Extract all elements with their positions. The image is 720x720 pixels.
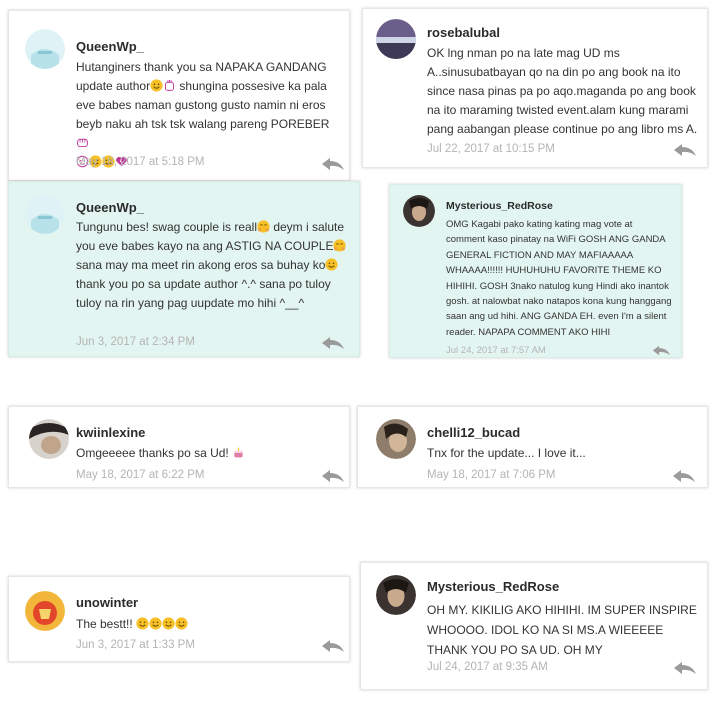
cake-emoji-icon [232, 446, 245, 459]
smile-emoji-icon [150, 79, 163, 92]
username[interactable]: Mysterious_RedRose [446, 200, 553, 212]
comment-card: Mysterious_RedRose OH MY. KIKILIG AKO HI… [360, 562, 708, 690]
comment-timestamp: Jun 3, 2017 at 2:34 PM [76, 336, 195, 348]
fist-emoji-icon [76, 136, 89, 149]
comment-card: Mysterious_RedRose OMG Kagabi pako katin… [389, 184, 682, 358]
reply-icon[interactable] [321, 469, 345, 483]
comment-text: OMG Kagabi pako kating kating mag vote a… [446, 219, 672, 338]
username[interactable]: QueenWp_ [76, 39, 144, 54]
comment-timestamp: Jul 22, 2017 at 10:15 PM [427, 143, 555, 155]
reply-icon[interactable] [321, 639, 345, 653]
comment-text-part: The bestt!! [76, 617, 137, 631]
comment-text: Hutanginers thank you sa NAPAKA GANDANG … [76, 58, 344, 172]
avatar[interactable] [376, 575, 416, 615]
comment-text: OK lng nman po na late mag UD ms A..sinu… [427, 46, 698, 136]
comment-timestamp: May 18, 2017 at 5:18 PM [76, 156, 205, 168]
reply-icon[interactable] [321, 157, 345, 171]
smile-emoji-icon [162, 617, 175, 630]
smile-emoji-icon [325, 258, 338, 271]
username[interactable]: rosebalubal [427, 25, 500, 40]
comment-card: QueenWp_ Hutanginers thank you sa NAPAKA… [8, 10, 350, 181]
username[interactable]: kwiinlexine [76, 425, 145, 440]
reply-icon[interactable] [673, 143, 697, 157]
hand-emoji-icon [163, 79, 176, 92]
hug-emoji-icon [333, 239, 346, 252]
avatar[interactable] [376, 419, 416, 459]
avatar[interactable] [403, 195, 435, 227]
comment-text-part: Tungunu bes! swag couple is reall [76, 220, 257, 234]
comment-timestamp: Jul 24, 2017 at 9:35 AM [427, 661, 548, 673]
username[interactable]: chelli12_bucad [427, 425, 520, 440]
comment-timestamp: May 18, 2017 at 6:22 PM [76, 469, 205, 481]
comment-card: QueenWp_ Tungunu bes! swag couple is rea… [8, 181, 360, 357]
smile-emoji-icon [136, 617, 149, 630]
comment-text: Tungunu bes! swag couple is reall deym i… [76, 218, 351, 313]
comment-text-part: thank you po sa update author ^.^ sana p… [76, 277, 331, 310]
reply-icon[interactable] [321, 336, 345, 350]
username[interactable]: QueenWp_ [76, 200, 144, 215]
smile-emoji-icon [149, 617, 162, 630]
hug-emoji-icon [257, 220, 270, 233]
avatar[interactable] [25, 194, 65, 234]
smile-emoji-icon [175, 617, 188, 630]
comment-timestamp: Jun 3, 2017 at 1:33 PM [76, 639, 195, 651]
comment-timestamp: May 18, 2017 at 7:06 PM [427, 469, 556, 481]
comment-card: rosebalubal OK lng nman po na late mag U… [362, 8, 708, 168]
avatar[interactable] [25, 591, 65, 631]
reply-icon[interactable] [652, 345, 671, 356]
comment-text: OH MY. KIKILIG AKO HIHIHI. IM SUPER INSP… [427, 603, 697, 657]
comment-timestamp: Jul 24, 2017 at 7:57 AM [446, 345, 546, 356]
username[interactable]: unowinter [76, 595, 138, 610]
comment-card: unowinter The bestt!! Jun 3, 2017 at 1:3… [8, 576, 350, 662]
avatar[interactable] [25, 29, 65, 69]
reply-icon[interactable] [673, 661, 697, 675]
comment-card: kwiinlexine Omgeeeee thanks po sa Ud! Ma… [8, 406, 350, 488]
comment-text-part: sana may ma meet rin akong eros sa buhay… [76, 258, 326, 272]
username[interactable]: Mysterious_RedRose [427, 579, 559, 594]
comment-text: Omgeeeee thanks po sa Ud! [76, 444, 346, 463]
comment-text: The bestt!! [76, 615, 346, 634]
avatar[interactable] [376, 19, 416, 59]
avatar[interactable] [29, 419, 69, 459]
comment-card: chelli12_bucad Tnx for the update... I l… [357, 406, 708, 488]
comment-text-part: Omgeeeee thanks po sa Ud! [76, 446, 233, 460]
comment-text: Tnx for the update... I love it... [427, 446, 586, 460]
reply-icon[interactable] [672, 469, 696, 483]
